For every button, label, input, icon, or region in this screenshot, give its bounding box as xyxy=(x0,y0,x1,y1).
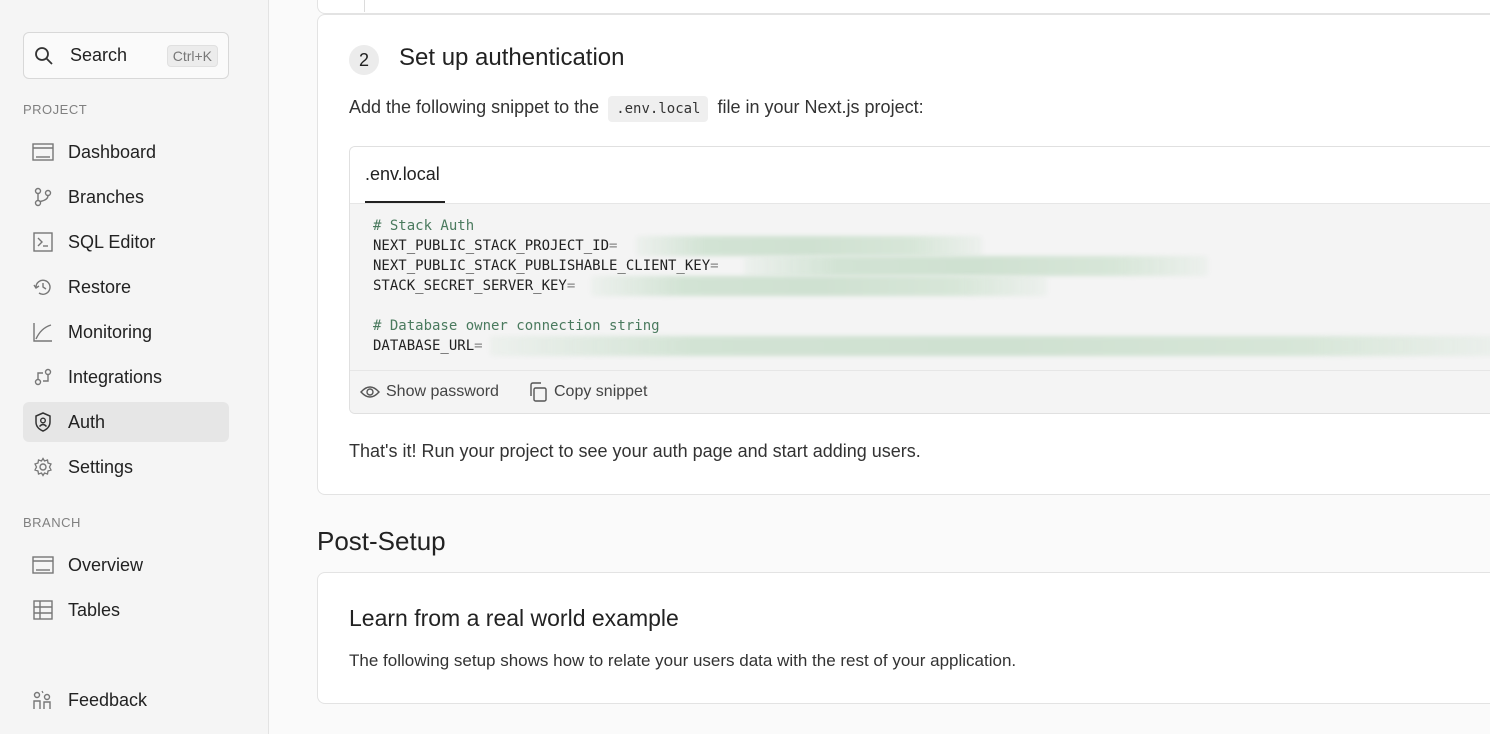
step-intro: Add the following snippet to the .env.lo… xyxy=(349,96,924,122)
sidebar-item-restore[interactable]: Restore xyxy=(23,267,229,307)
dashboard-icon xyxy=(32,141,54,163)
redacted-value xyxy=(490,336,1490,356)
inline-code-env: .env.local xyxy=(608,96,709,122)
sidebar-item-integrations[interactable]: Integrations xyxy=(23,357,229,397)
sidebar-item-label: Overview xyxy=(68,554,144,575)
code-line: DATABASE_URL= xyxy=(373,338,483,354)
sidebar-item-sql-editor[interactable]: SQL Editor xyxy=(23,222,229,262)
redacted-value xyxy=(591,276,1047,296)
search-button[interactable]: Search Ctrl+K xyxy=(23,32,229,79)
branch-section-label: BRANCH xyxy=(23,515,81,530)
overview-icon xyxy=(32,554,54,576)
sidebar-item-label: Auth xyxy=(68,411,106,432)
code-body: # Stack Auth NEXT_PUBLIC_STACK_PROJECT_I… xyxy=(350,204,1490,370)
auth-shield-icon xyxy=(32,411,54,433)
sidebar-item-overview[interactable]: Overview xyxy=(23,545,229,585)
intro-text-after: file in your Next.js project: xyxy=(717,97,924,117)
copy-icon xyxy=(528,382,548,402)
integrations-icon xyxy=(32,366,54,388)
sidebar-item-monitoring[interactable]: Monitoring xyxy=(23,312,229,352)
feedback-icon xyxy=(32,689,54,711)
copy-snippet-button[interactable]: Copy snippet xyxy=(528,382,647,402)
search-label: Search xyxy=(70,45,128,65)
code-line: NEXT_PUBLIC_STACK_PUBLISHABLE_CLIENT_KEY… xyxy=(373,258,719,274)
sidebar-item-auth[interactable]: Auth xyxy=(23,402,229,442)
sidebar-item-dashboard[interactable]: Dashboard xyxy=(23,132,229,172)
env-equals: = xyxy=(710,258,719,274)
env-key: NEXT_PUBLIC_STACK_PUBLISHABLE_CLIENT_KEY xyxy=(373,258,711,274)
gear-icon xyxy=(32,456,54,478)
sidebar-item-label: Settings xyxy=(68,456,134,477)
setup-auth-card: 2 Set up authentication Add the followin… xyxy=(317,14,1490,495)
sidebar-item-branches[interactable]: Branches xyxy=(23,177,229,217)
redacted-value xyxy=(744,256,1208,276)
search-shortcut: Ctrl+K xyxy=(166,44,218,67)
step-number-badge: 2 xyxy=(349,45,379,75)
search-icon xyxy=(34,45,56,67)
env-key: STACK_SECRET_SERVER_KEY xyxy=(373,278,567,294)
sidebar-item-label: SQL Editor xyxy=(68,231,156,252)
restore-icon xyxy=(32,276,54,298)
previous-step-card xyxy=(317,0,1490,14)
copy-snippet-label: Copy snippet xyxy=(554,383,648,400)
code-snippet-box: .env.local # Stack Auth NEXT_PUBLIC_STAC… xyxy=(349,146,1490,414)
sidebar-item-label: Monitoring xyxy=(68,321,153,342)
code-line: NEXT_PUBLIC_STACK_PROJECT_ID= xyxy=(373,238,617,254)
env-key: NEXT_PUBLIC_STACK_PROJECT_ID xyxy=(373,238,610,254)
example-card: Learn from a real world example The foll… xyxy=(317,572,1490,704)
sql-editor-icon xyxy=(32,231,54,253)
show-password-label: Show password xyxy=(386,383,499,400)
step-title: Set up authentication xyxy=(399,44,625,71)
branch-icon xyxy=(32,186,54,208)
sidebar-item-tables[interactable]: Tables xyxy=(23,590,229,630)
eye-icon xyxy=(360,382,380,402)
sidebar-item-label: Branches xyxy=(68,186,145,207)
main-content: 2 Set up authentication Add the followin… xyxy=(270,0,1490,734)
code-comment: # Stack Auth xyxy=(373,218,475,234)
example-title: Learn from a real world example xyxy=(349,605,679,631)
show-password-button[interactable]: Show password xyxy=(360,382,499,402)
sidebar-item-feedback[interactable]: Feedback xyxy=(23,680,229,720)
env-key: DATABASE_URL xyxy=(373,338,475,354)
env-equals: = xyxy=(474,338,483,354)
step-outro: That's it! Run your project to see your … xyxy=(349,441,921,461)
example-description: The following setup shows how to relate … xyxy=(349,651,1017,670)
env-equals: = xyxy=(609,238,618,254)
post-setup-heading: Post-Setup xyxy=(317,526,446,556)
monitoring-icon xyxy=(32,321,54,343)
sidebar-item-label: Dashboard xyxy=(68,141,157,162)
sidebar-item-label: Integrations xyxy=(68,366,163,387)
sidebar-item-label: Tables xyxy=(68,599,121,620)
sidebar-item-label: Feedback xyxy=(68,689,148,710)
code-tab-bar: .env.local xyxy=(350,147,1490,204)
code-comment: # Database owner connection string xyxy=(373,318,660,334)
intro-text-before: Add the following snippet to the xyxy=(349,97,600,117)
sidebar: Search Ctrl+K PROJECT Dashboard Branches… xyxy=(0,0,269,734)
sidebar-item-settings[interactable]: Settings xyxy=(23,447,229,487)
env-equals: = xyxy=(566,278,576,294)
redacted-value xyxy=(636,236,982,256)
project-section-label: PROJECT xyxy=(23,102,88,117)
table-icon xyxy=(32,599,54,621)
sidebar-item-label: Restore xyxy=(68,276,132,297)
step-connector xyxy=(364,0,365,12)
code-line: STACK_SECRET_SERVER_KEY= xyxy=(373,278,575,294)
tab-env-local[interactable]: .env.local xyxy=(365,164,440,185)
active-tab-indicator xyxy=(365,201,445,203)
code-footer: Show password Copy snippet xyxy=(350,370,1490,413)
